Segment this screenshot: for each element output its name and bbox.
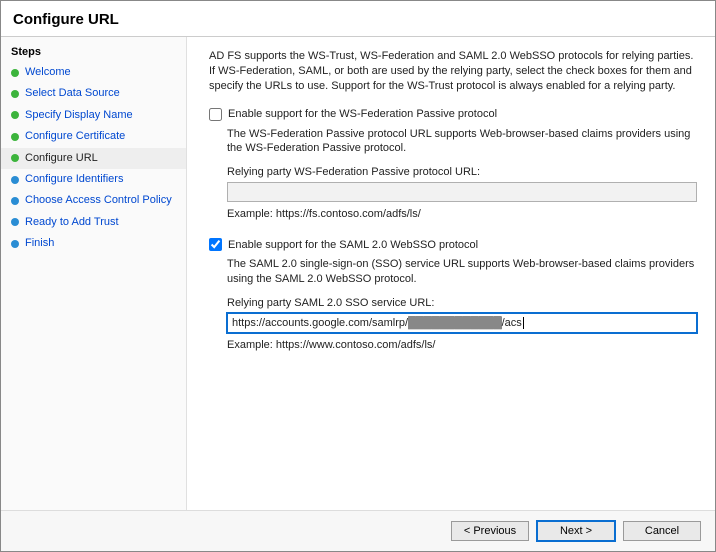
step-bullet-icon: [11, 69, 19, 77]
saml-enable-checkbox[interactable]: [209, 238, 222, 251]
page-title: Configure URL: [13, 11, 703, 28]
saml-example: Example: https://www.contoso.com/adfs/ls…: [227, 339, 697, 351]
wsfed-url-label: Relying party WS-Federation Passive prot…: [227, 166, 697, 178]
saml-url-redacted: ████████████: [408, 317, 502, 329]
sidebar-item-label: Configure URL: [25, 151, 98, 166]
wsfed-desc: The WS-Federation Passive protocol URL s…: [227, 127, 697, 157]
wsfed-enable-label[interactable]: Enable support for the WS-Federation Pas…: [228, 108, 497, 120]
sidebar-title: Steps: [1, 43, 186, 62]
saml-url-suffix: /acs: [502, 317, 522, 329]
intro-text: AD FS supports the WS-Trust, WS-Federati…: [209, 49, 697, 94]
sidebar-item-finish[interactable]: Finish: [1, 233, 186, 254]
saml-enable-label[interactable]: Enable support for the SAML 2.0 WebSSO p…: [228, 239, 478, 251]
steps-sidebar: Steps Welcome Select Data Source Specify…: [1, 37, 187, 510]
sidebar-item-configure-certificate[interactable]: Configure Certificate: [1, 126, 186, 147]
sidebar-item-configure-identifiers[interactable]: Configure Identifiers: [1, 169, 186, 190]
step-bullet-icon: [11, 90, 19, 98]
text-cursor-icon: [523, 317, 524, 329]
sidebar-item-label: Specify Display Name: [25, 108, 133, 123]
sidebar-item-label: Welcome: [25, 65, 71, 80]
saml-url-prefix: https://accounts.google.com/samlrp/: [232, 317, 408, 329]
saml-url-label: Relying party SAML 2.0 SSO service URL:: [227, 297, 697, 309]
cancel-button[interactable]: Cancel: [623, 521, 701, 541]
saml-desc: The SAML 2.0 single-sign-on (SSO) servic…: [227, 257, 697, 287]
step-bullet-icon: [11, 240, 19, 248]
wsfed-url-input[interactable]: [227, 182, 697, 202]
sidebar-item-configure-url[interactable]: Configure URL: [1, 148, 186, 169]
saml-url-input[interactable]: https://accounts.google.com/samlrp/█████…: [227, 313, 697, 333]
previous-button[interactable]: < Previous: [451, 521, 529, 541]
sidebar-item-choose-access-control-policy[interactable]: Choose Access Control Policy: [1, 190, 186, 211]
sidebar-item-label: Choose Access Control Policy: [25, 193, 172, 208]
sidebar-item-label: Ready to Add Trust: [25, 215, 119, 230]
sidebar-item-label: Select Data Source: [25, 86, 120, 101]
step-bullet-icon: [11, 197, 19, 205]
step-bullet-icon: [11, 176, 19, 184]
step-bullet-icon: [11, 154, 19, 162]
saml-checkbox-row: Enable support for the SAML 2.0 WebSSO p…: [209, 238, 697, 251]
step-bullet-icon: [11, 218, 19, 226]
wsfed-enable-checkbox[interactable]: [209, 108, 222, 121]
sidebar-item-welcome[interactable]: Welcome: [1, 62, 186, 83]
wsfed-example: Example: https://fs.contoso.com/adfs/ls/: [227, 208, 697, 220]
sidebar-item-specify-display-name[interactable]: Specify Display Name: [1, 105, 186, 126]
sidebar-item-label: Configure Identifiers: [25, 172, 123, 187]
wsfed-checkbox-row: Enable support for the WS-Federation Pas…: [209, 108, 697, 121]
step-bullet-icon: [11, 133, 19, 141]
step-bullet-icon: [11, 111, 19, 119]
wsfed-section: The WS-Federation Passive protocol URL s…: [227, 127, 697, 221]
sidebar-item-label: Configure Certificate: [25, 129, 125, 144]
sidebar-item-ready-to-add-trust[interactable]: Ready to Add Trust: [1, 212, 186, 233]
next-button[interactable]: Next >: [537, 521, 615, 541]
dialog-header: Configure URL: [1, 1, 715, 37]
main-panel: AD FS supports the WS-Trust, WS-Federati…: [187, 37, 715, 510]
saml-section: The SAML 2.0 single-sign-on (SSO) servic…: [227, 257, 697, 351]
sidebar-item-select-data-source[interactable]: Select Data Source: [1, 83, 186, 104]
dialog-buttons: < Previous Next > Cancel: [1, 510, 715, 551]
sidebar-item-label: Finish: [25, 236, 54, 251]
